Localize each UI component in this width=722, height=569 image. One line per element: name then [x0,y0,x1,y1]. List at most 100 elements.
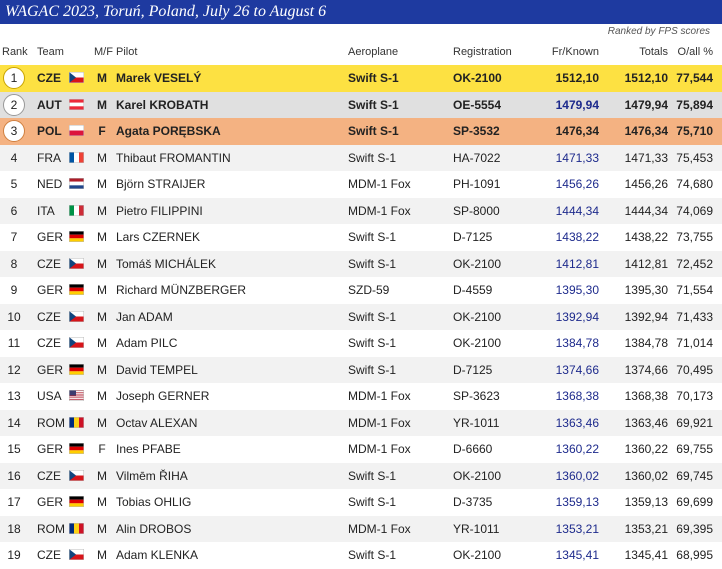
gender-cell: M [97,362,107,377]
table-row[interactable]: 17 GER M Tobias OHLIG Swift S-1 D-3735 1359,13… [0,489,722,516]
country-flag-icon [69,178,84,189]
gender-cell: M [97,468,107,483]
header-mf[interactable]: M/F [94,39,113,65]
team-code: NED [37,177,63,191]
table-row[interactable]: 11 CZE M Adam PILC Swift S-1 OK-2100 1384,78 13… [0,330,722,357]
flag-graphic [69,496,84,507]
pilot-name: Alin DROBOS [116,521,192,536]
pilot-name: Adam KLENKA [116,548,199,562]
flag-graphic [69,443,84,454]
pilot-name: David TEMPEL [116,362,198,377]
fr-known-score: 1345,41 [555,548,599,562]
gender-cell: M [97,495,107,509]
registration-cell: OK-2100 [453,71,502,85]
team-code: CZE [37,309,61,324]
fr-known-score: 1374,66 [555,362,599,377]
fr-known-score: 1360,02 [555,468,599,483]
gender-cell: M [97,97,107,112]
table-row[interactable]: 10 CZE M Jan ADAM Swift S-1 OK-2100 1392,94 139… [0,303,722,330]
country-flag-icon [69,443,84,454]
table-row[interactable]: 15 GER F Ines PFABE MDM-1 Fox D-6660 1360,22 13… [0,436,722,463]
fr-known-score: 1353,21 [555,521,599,536]
team-code: ROM [37,521,65,536]
table-row[interactable]: 9 GER M Richard MÜNZBERGER SZD-59 D-4559 1395,… [0,277,722,304]
country-flag-icon [69,151,84,163]
header-team[interactable]: Team [37,39,64,65]
country-flag-icon [69,522,84,534]
table-row[interactable]: 6 ITA M Pietro FILIPPINI MDM-1 Fox SP-8000 144… [0,197,722,224]
header-aeroplane[interactable]: Aeroplane [348,39,398,65]
fr-known-score: 1412,81 [555,256,599,271]
gender-cell: M [97,548,107,562]
registration-cell: D-7125 [453,230,493,244]
table-row[interactable]: 13 USA M Joseph GERNER MDM-1 Fox SP-3623 1368,… [0,383,722,410]
country-flag-icon [69,416,84,428]
overall-percent: 69,395 [676,521,713,536]
table-row[interactable]: 4 FRA M Thibaut FROMANTIN Swift S-1 HA-7022 14… [0,144,722,171]
gender-cell: M [97,521,107,536]
header-overall-pct[interactable]: O/all % [670,39,713,65]
table-row[interactable]: 12 GER M David TEMPEL Swift S-1 D-7125 1374,66… [0,356,722,383]
table-row[interactable]: 18 ROM M Alin DROBOS MDM-1 Fox YR-1011 1353,21… [0,515,722,542]
table-row[interactable]: 5 NED M Björn STRAIJER MDM-1 Fox PH-1091 1456,… [0,171,722,198]
flag-graphic [69,151,84,163]
aeroplane-cell: Swift S-1 [348,548,397,562]
team-code: GER [37,362,64,377]
header-rank[interactable]: Rank [2,39,28,65]
fr-known-score: 1395,30 [555,283,599,297]
pilot-name: Vilmēm ŘIHA [116,468,188,483]
table-row[interactable]: 19 CZE M Adam KLENKA Swift S-1 OK-2100 1345,41… [0,542,722,569]
aeroplane-cell: MDM-1 Fox [348,415,411,430]
pilot-name: Lars CZERNEK [116,230,201,244]
total-score: 1353,21 [624,521,668,536]
rank-cell: 10 [7,309,21,324]
total-score: 1438,22 [624,230,668,244]
aeroplane-cell: Swift S-1 [348,336,397,350]
table-row[interactable]: 7 GER M Lars CZERNEK Swift S-1 D-7125 1438,22 1… [0,224,722,251]
header-registration[interactable]: Registration [453,39,512,65]
rank-cell: 2 [0,92,28,118]
team-code: ITA [37,203,55,218]
registration-cell: D-6660 [453,442,493,456]
table-header: Rank Team M/F Pilot Aeroplane Registrati… [0,39,722,65]
table-row[interactable]: 2 AUT M Karel KROBATH Swift S-1 OE-5554 1479,9… [0,91,722,118]
header-pilot[interactable]: Pilot [116,39,137,65]
gender-cell: F [98,442,106,456]
rank-cell: 16 [7,468,21,483]
registration-cell: D-7125 [453,362,493,377]
total-score: 1476,34 [624,124,668,138]
flag-graphic [69,231,84,242]
pilot-name: Tobias OHLIG [116,495,192,509]
flag-graphic [69,416,84,428]
country-flag-icon [69,363,84,375]
overall-percent: 75,710 [676,124,713,138]
flag-graphic [69,178,84,189]
header-fr-known[interactable]: Fr/Known [528,39,599,65]
table-row[interactable]: 14 ROM M Octav ALEXAN MDM-1 Fox YR-1011 1363,4… [0,409,722,436]
overall-percent: 69,745 [676,468,713,483]
overall-percent: 77,544 [676,71,713,85]
rank-cell: 4 [10,150,18,165]
country-flag-icon [69,204,84,216]
fr-known-score: 1444,34 [555,203,599,218]
registration-cell: PH-1091 [453,177,501,191]
total-score: 1363,46 [624,415,668,430]
aeroplane-cell: Swift S-1 [348,150,397,165]
gender-cell: M [97,309,107,324]
team-code: GER [37,442,64,456]
header-totals[interactable]: Totals [603,39,668,65]
table-row[interactable]: 1 CZE M Marek VESELÝ Swift S-1 OK-2100 1512,10… [0,65,722,92]
gender-cell: M [97,177,107,191]
flag-graphic [69,310,84,322]
aeroplane-cell: Swift S-1 [348,71,399,85]
table-row[interactable]: 16 CZE M Vilmēm ŘIHA Swift S-1 OK-2100 1360,02… [0,462,722,489]
rank-cell: 1 [0,65,28,91]
team-code: POL [37,124,62,138]
table-row[interactable]: 8 CZE M Tomáš MICHÁLEK Swift S-1 OK-2100 1412,… [0,250,722,277]
table-row[interactable]: 3 POL F Agata PORĘBSKA Swift S-1 SP-3532 1476,… [0,118,722,145]
fr-known-score: 1384,78 [555,336,599,350]
fr-known-score: 1368,38 [555,389,599,403]
aeroplane-cell: Swift S-1 [348,230,397,244]
gender-cell: M [97,230,107,244]
pilot-name: Jan ADAM [116,309,173,324]
